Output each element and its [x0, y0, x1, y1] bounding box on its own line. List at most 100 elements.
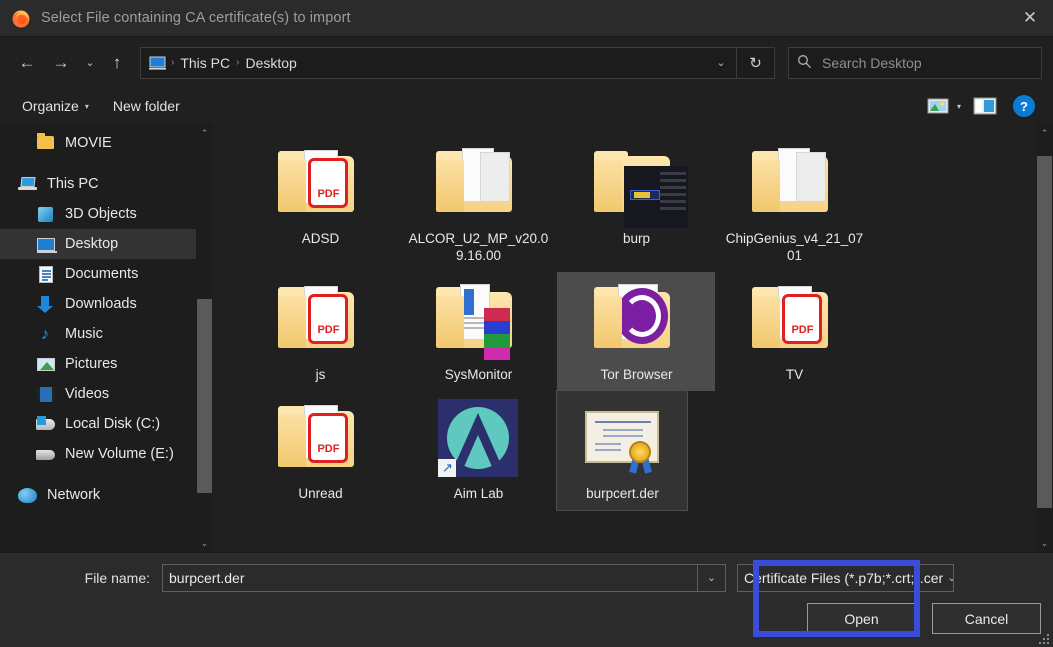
- sidebar-item-documents[interactable]: Documents: [0, 259, 196, 289]
- sidebar-item-music[interactable]: ♪ Music: [0, 319, 196, 349]
- network-icon: [18, 486, 38, 504]
- folder-icon: [36, 133, 56, 152]
- folder-tor-icon: [588, 278, 684, 360]
- file-type-filter-value: Certificate Files (*.p7b;*.crt;*.cer: [744, 569, 944, 586]
- command-right-group: ▾ ?: [927, 95, 1043, 117]
- title-bar: Select File containing CA certificate(s)…: [0, 0, 1053, 37]
- search-box[interactable]: Search Desktop: [788, 46, 1042, 79]
- sidebar-item-3d-objects[interactable]: 3D Objects: [0, 199, 196, 229]
- organize-button[interactable]: Organize ▾: [10, 98, 101, 114]
- drive-icon: [36, 445, 56, 463]
- sidebar-item-videos[interactable]: Videos: [0, 379, 196, 409]
- file-item[interactable]: PDF js: [241, 272, 399, 391]
- sidebar-scroll-thumb[interactable]: [197, 299, 212, 493]
- file-list-pane[interactable]: PDF ADSD ALCOR_U2_MP_v20.09.16.00 burp ChipG…: [213, 124, 1036, 552]
- forward-button[interactable]: →: [44, 46, 78, 80]
- sidebar-scroll-track[interactable]: [196, 142, 213, 534]
- up-button[interactable]: ↑: [102, 46, 132, 80]
- refresh-button[interactable]: ↻: [737, 46, 775, 79]
- this-pc-icon: [18, 175, 38, 193]
- folder-docs-icon: [430, 142, 526, 224]
- file-item[interactable]: burpcert.der: [556, 390, 689, 511]
- window-title: Select File containing CA certificate(s)…: [41, 10, 351, 26]
- sidebar-item-label: Desktop: [65, 236, 119, 252]
- local-disk-icon: [36, 415, 56, 433]
- sidebar-item-label: Downloads: [65, 296, 137, 312]
- file-name-input[interactable]: burpcert.der: [162, 563, 698, 592]
- folder-pdf-icon: PDF: [272, 142, 368, 224]
- sidebar-item-label: MOVIE: [65, 135, 112, 151]
- address-bar[interactable]: › This PC › Desktop ⌄: [140, 46, 737, 79]
- documents-icon: [36, 265, 56, 283]
- file-item[interactable]: ChipGenius_v4_21_0701: [715, 136, 873, 272]
- file-item[interactable]: burp: [557, 136, 715, 272]
- file-scroll-track[interactable]: [1036, 142, 1053, 534]
- button-row: Open Cancel: [0, 603, 1053, 634]
- chevron-down-icon[interactable]: ⌄: [708, 56, 734, 69]
- sidebar-item-movie[interactable]: MOVIE: [0, 128, 196, 158]
- videos-icon: [36, 385, 56, 403]
- folder-pdf-icon: PDF: [272, 397, 368, 479]
- view-large-icons-icon[interactable]: [927, 97, 949, 115]
- sidebar-item-pictures[interactable]: Pictures: [0, 349, 196, 379]
- breadcrumb-this-pc[interactable]: This PC: [175, 55, 235, 71]
- file-item[interactable]: SysMonitor: [399, 272, 557, 391]
- chevron-down-icon: ▾: [956, 101, 961, 111]
- new-folder-button[interactable]: New folder: [101, 98, 192, 114]
- sidebar-item-desktop[interactable]: Desktop: [0, 229, 196, 259]
- downloads-icon: [36, 295, 56, 313]
- sidebar-scrollbar[interactable]: ⌃ ⌄: [196, 124, 213, 552]
- folder-screenshot-icon: [588, 142, 689, 228]
- file-item[interactable]: Tor Browser: [557, 272, 716, 391]
- sidebar-item-label: Network: [47, 487, 101, 503]
- file-item-label: TV: [785, 367, 804, 382]
- file-item-label: SysMonitor: [444, 367, 513, 382]
- file-item-label: burp: [622, 231, 650, 246]
- file-list-scrollbar[interactable]: ⌃ ⌄: [1036, 124, 1053, 552]
- close-icon[interactable]: ✕: [1007, 0, 1053, 37]
- sidebar-item-network[interactable]: Network: [0, 480, 196, 510]
- sidebar-item-label: Pictures: [65, 356, 118, 372]
- sidebar-item-label: This PC: [47, 176, 99, 192]
- sidebar-item-downloads[interactable]: Downloads: [0, 289, 196, 319]
- file-scroll-thumb[interactable]: [1037, 156, 1052, 508]
- file-item[interactable]: PDF ADSD: [241, 136, 399, 272]
- chevron-down-icon: ⌄: [943, 571, 953, 584]
- scroll-down-icon[interactable]: ⌄: [1036, 534, 1053, 552]
- sidebar-item-this-pc[interactable]: This PC: [0, 169, 196, 199]
- cancel-button[interactable]: Cancel: [932, 603, 1041, 634]
- search-input[interactable]: Search Desktop: [822, 55, 922, 71]
- scroll-up-icon[interactable]: ⌃: [1036, 124, 1053, 142]
- organize-label: Organize: [22, 98, 79, 114]
- file-item[interactable]: ALCOR_U2_MP_v20.09.16.00: [399, 136, 557, 272]
- breadcrumb-desktop[interactable]: Desktop: [240, 55, 301, 71]
- search-icon: [797, 54, 814, 72]
- resize-grip[interactable]: [1037, 632, 1049, 644]
- sidebar-item-label: Videos: [65, 386, 110, 402]
- file-item-label: Aim Lab: [453, 486, 504, 501]
- back-button[interactable]: ←: [10, 46, 44, 80]
- scroll-down-icon[interactable]: ⌄: [196, 534, 213, 552]
- file-item[interactable]: PDF Unread: [241, 391, 399, 510]
- view-options-caret[interactable]: ▾: [951, 102, 971, 111]
- file-item-label: ChipGenius_v4_21_0701: [725, 231, 864, 263]
- open-button[interactable]: Open: [807, 603, 916, 634]
- sidebar-item-local-disk-c[interactable]: Local Disk (C:): [0, 409, 196, 439]
- file-name-dropdown-button[interactable]: ⌄: [698, 563, 726, 592]
- sidebar-item-new-volume-e[interactable]: New Volume (E:): [0, 439, 196, 469]
- file-item-label: js: [315, 367, 326, 382]
- file-type-filter-select[interactable]: Certificate Files (*.p7b;*.crt;*.cer ⌄: [737, 563, 954, 592]
- scroll-up-icon[interactable]: ⌃: [196, 124, 213, 142]
- recent-locations-button[interactable]: ⌄: [78, 46, 102, 80]
- preview-pane-icon[interactable]: [973, 97, 997, 115]
- file-item[interactable]: ↗ Aim Lab: [399, 391, 557, 510]
- folder-docs-icon: [746, 142, 842, 224]
- file-grid: PDF ADSD ALCOR_U2_MP_v20.09.16.00 burp ChipG…: [241, 136, 1030, 511]
- help-button[interactable]: ?: [1013, 95, 1035, 117]
- pictures-icon: [36, 355, 56, 373]
- folder-pdf-icon: PDF: [272, 278, 368, 360]
- sidebar-item-label: Documents: [65, 266, 139, 282]
- folder-pdf-icon: PDF: [746, 278, 842, 360]
- file-item[interactable]: PDF TV: [715, 272, 873, 391]
